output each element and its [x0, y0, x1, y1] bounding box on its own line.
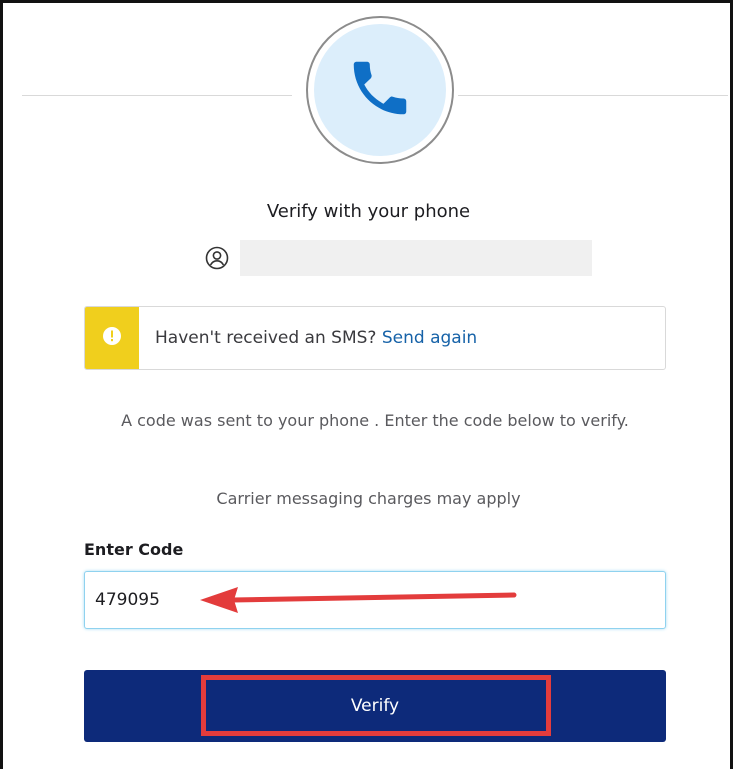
code-field-label: Enter Code — [84, 540, 184, 559]
warning-icon — [102, 326, 122, 350]
page-title: Verify with your phone — [266, 201, 471, 222]
alert-message: Haven't received an SMS? — [155, 328, 377, 348]
user-identifier — [204, 240, 592, 276]
verify-button[interactable] — [84, 670, 666, 742]
divider-right — [458, 95, 728, 96]
red-arrow-icon — [196, 585, 526, 619]
alert-stripe — [85, 307, 139, 369]
user-circle-icon — [204, 245, 230, 271]
phone-icon — [345, 53, 415, 127]
phone-badge-inner — [314, 24, 446, 156]
sms-alert: Haven't received an SMS? Send again — [84, 306, 666, 370]
divider-left — [22, 95, 292, 96]
redacted-username — [240, 240, 592, 276]
send-again-link[interactable]: Send again — [382, 328, 477, 348]
code-sent-message: A code was sent to your phone . Enter th… — [121, 411, 629, 430]
charges-notice: Carrier messaging charges may apply — [216, 489, 521, 508]
alert-text: Haven't received an SMS? Send again — [155, 328, 477, 348]
phone-badge — [306, 16, 454, 164]
